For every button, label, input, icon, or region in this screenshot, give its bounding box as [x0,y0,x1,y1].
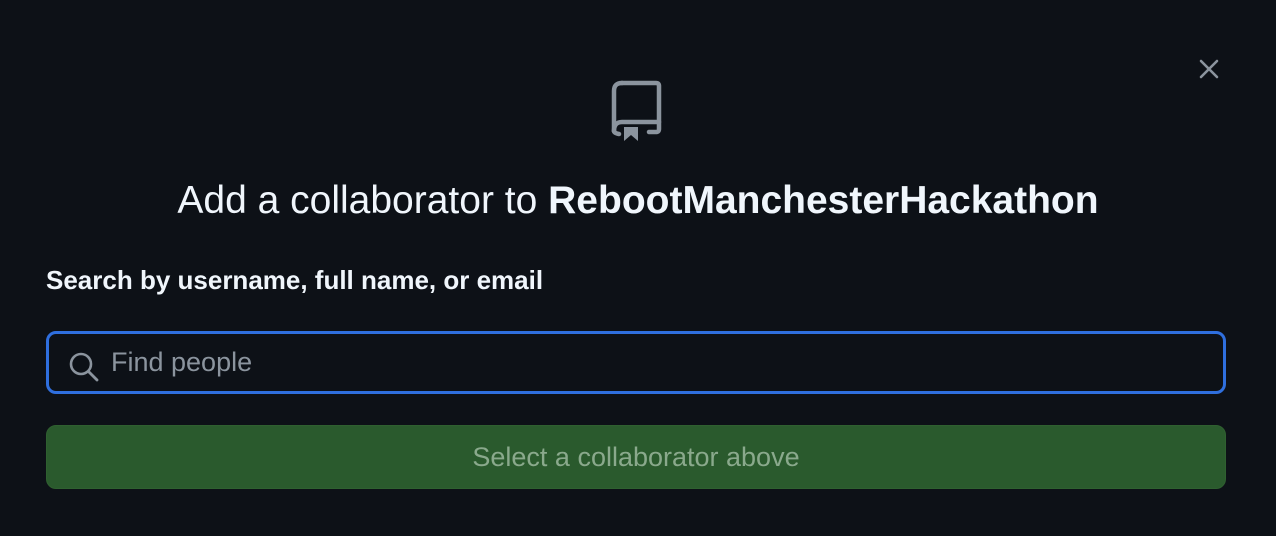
search-icon [69,352,99,382]
add-collaborator-button[interactable]: Select a collaborator above [46,425,1226,489]
repository-name: RebootManchesterHackathon [548,179,1099,222]
close-icon [1199,59,1219,79]
search-input[interactable] [111,334,1211,391]
repo-icon [611,80,662,141]
add-collaborator-dialog: Add a collaborator to RebootManchesterHa… [0,0,1276,536]
dialog-title: Add a collaborator to RebootManchesterHa… [0,178,1276,224]
close-button[interactable] [1190,50,1228,88]
title-prefix: Add a collaborator to [177,179,549,222]
search-label: Search by username, full name, or email [46,265,544,295]
search-field[interactable] [46,331,1226,394]
